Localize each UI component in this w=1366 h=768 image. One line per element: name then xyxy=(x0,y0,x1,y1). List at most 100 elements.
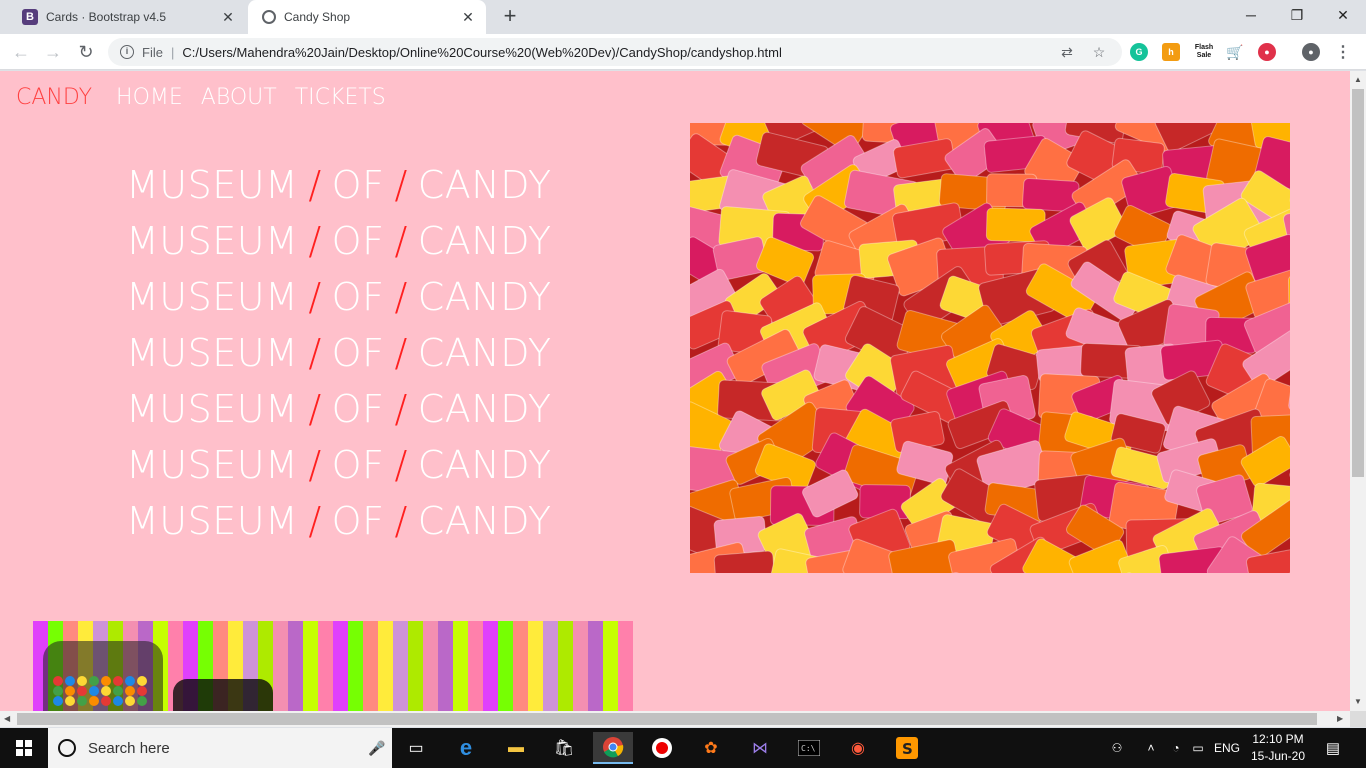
page-viewport: CANDY HOME ABOUT TICKETS MUSEUM / OF / CANDY… xyxy=(0,71,1350,711)
jar-candy xyxy=(137,676,147,686)
uc-browser-icon[interactable]: ✿ xyxy=(691,732,731,764)
edge-icon[interactable]: e xyxy=(446,732,486,764)
scroll-down-icon[interactable]: ▼ xyxy=(1354,697,1362,706)
menu-kebab-icon[interactable]: ⋮ xyxy=(1334,43,1352,61)
forward-button[interactable]: → xyxy=(41,40,65,64)
nav-link-tickets[interactable]: TICKETS xyxy=(295,85,386,110)
wifi-icon[interactable]: ◔ xyxy=(1166,728,1186,768)
sublime-text-icon[interactable]: S xyxy=(887,732,927,764)
headline-word: CANDY xyxy=(417,163,552,207)
scroll-up-icon[interactable]: ▲ xyxy=(1354,75,1362,84)
headline-word: CANDY xyxy=(417,331,552,375)
language-indicator[interactable]: ENG xyxy=(1210,728,1244,768)
headline-word: CANDY xyxy=(417,443,552,487)
scroll-left-icon[interactable]: ◀ xyxy=(4,714,10,723)
wall-stripe xyxy=(273,621,288,711)
camera-app-icon[interactable]: ◉ xyxy=(838,732,878,764)
bookmark-star-icon[interactable]: ☆ xyxy=(1090,44,1108,61)
headline-word: MUSEUM xyxy=(126,275,299,319)
url-text[interactable]: C:/Users/Mahendra%20Jain/Desktop/Online%… xyxy=(182,45,1058,60)
nav-link-about[interactable]: ABOUT xyxy=(201,85,277,110)
scroll-right-icon[interactable]: ▶ xyxy=(1337,714,1343,723)
jar-candy xyxy=(53,676,63,686)
wall-stripe xyxy=(618,621,633,711)
scheme-label: File xyxy=(142,44,163,60)
tab-title: Candy Shop xyxy=(284,10,351,24)
close-window-button[interactable]: ✕ xyxy=(1320,0,1366,30)
headline-row: MUSEUM / OF / CANDY xyxy=(126,381,552,437)
info-icon[interactable]: i xyxy=(120,45,134,59)
headline-row: MUSEUM / OF / CANDY xyxy=(126,493,552,549)
headline-separator: / xyxy=(308,499,322,543)
headline-word: MUSEUM xyxy=(126,499,299,543)
tray-chevron-icon[interactable]: ˄ xyxy=(1142,728,1160,768)
back-button[interactable]: ← xyxy=(9,40,33,64)
honey-icon[interactable]: h xyxy=(1162,43,1180,61)
grammarly-icon[interactable]: G xyxy=(1130,43,1148,61)
jar-candy xyxy=(113,696,123,706)
minimize-button[interactable]: ─ xyxy=(1228,0,1274,30)
close-icon[interactable]: ✕ xyxy=(218,9,238,26)
chrome-icon[interactable] xyxy=(593,732,633,764)
notification-icon[interactable]: ▤ xyxy=(1320,728,1346,768)
tab-bootstrap-cards[interactable]: B Cards · Bootstrap v4.5 ✕ xyxy=(8,0,246,34)
visual-studio-icon[interactable]: ⋈ xyxy=(740,732,780,764)
cart-icon[interactable]: 🛒 xyxy=(1226,43,1244,61)
jar-candy xyxy=(53,686,63,696)
nav-brand[interactable]: CANDY xyxy=(16,85,92,110)
taskbar-search[interactable]: Search here 🎤 xyxy=(48,728,392,768)
jar-candy xyxy=(89,696,99,706)
wall-stripe xyxy=(303,621,318,711)
system-clock[interactable]: 12:10 PM 15-Jun-20 xyxy=(1246,731,1310,765)
profile-avatar-icon[interactable]: ● xyxy=(1302,43,1320,61)
headline-word: CANDY xyxy=(417,219,552,263)
terminal-icon[interactable]: C:\ xyxy=(789,732,829,764)
candy-jars-image xyxy=(33,621,633,711)
jar-candy xyxy=(137,696,147,706)
wall-stripe xyxy=(453,621,468,711)
wall-stripe xyxy=(528,621,543,711)
close-icon[interactable]: ✕ xyxy=(458,9,478,26)
jar-candy xyxy=(101,686,111,696)
jar-candy xyxy=(53,696,63,706)
wall-stripe xyxy=(483,621,498,711)
people-icon[interactable]: ⚇ xyxy=(1106,728,1128,768)
cortana-icon xyxy=(58,739,76,757)
headline-word: CANDY xyxy=(417,499,552,543)
jar-candy xyxy=(65,696,75,706)
record-icon[interactable]: ● xyxy=(1258,43,1276,61)
vertical-scrollbar[interactable]: ▲ ▼ xyxy=(1350,71,1366,711)
start-button[interactable] xyxy=(0,728,48,768)
address-bar[interactable]: i File | C:/Users/Mahendra%20Jain/Deskto… xyxy=(108,38,1122,66)
headline-separator: / xyxy=(394,499,408,543)
file-explorer-icon[interactable]: ▬ xyxy=(496,732,536,764)
scroll-thumb[interactable] xyxy=(1352,89,1364,477)
candy-jar xyxy=(173,679,273,711)
horizontal-scrollbar[interactable]: ◀ ▶ xyxy=(0,711,1350,727)
wall-stripe xyxy=(363,621,378,711)
scroll-thumb[interactable] xyxy=(17,713,1317,725)
nav-link-home[interactable]: HOME xyxy=(116,85,183,110)
battery-icon[interactable]: ▭ xyxy=(1188,728,1208,768)
tab-candy-shop[interactable]: Candy Shop ✕ xyxy=(248,0,486,34)
restore-button[interactable]: ❐ xyxy=(1274,0,1320,30)
record-app-icon[interactable] xyxy=(642,732,682,764)
headline-separator: / xyxy=(394,331,408,375)
wall-stripe xyxy=(333,621,348,711)
flash-sale-icon[interactable]: Flash Sale xyxy=(1192,43,1216,61)
wall-stripe xyxy=(438,621,453,711)
headline-word: OF xyxy=(331,387,385,431)
wall-stripe xyxy=(558,621,573,711)
reload-button[interactable]: ↻ xyxy=(74,40,98,64)
task-view-icon[interactable]: ▭ xyxy=(396,732,436,764)
wall-stripe xyxy=(603,621,618,711)
jar-candy xyxy=(125,686,135,696)
new-tab-button[interactable]: + xyxy=(498,5,522,29)
headline-separator: / xyxy=(308,443,322,487)
store-icon[interactable]: 🛍 xyxy=(544,732,584,764)
microphone-icon[interactable]: 🎤 xyxy=(362,740,392,757)
wall-stripe xyxy=(573,621,588,711)
jar-candy xyxy=(77,696,87,706)
museum-of-candy-headline: MUSEUM / OF / CANDY MUSEUM / OF / CANDY MUSEUM / OF /… xyxy=(126,157,552,549)
translate-icon[interactable]: ⇄ xyxy=(1058,44,1076,61)
